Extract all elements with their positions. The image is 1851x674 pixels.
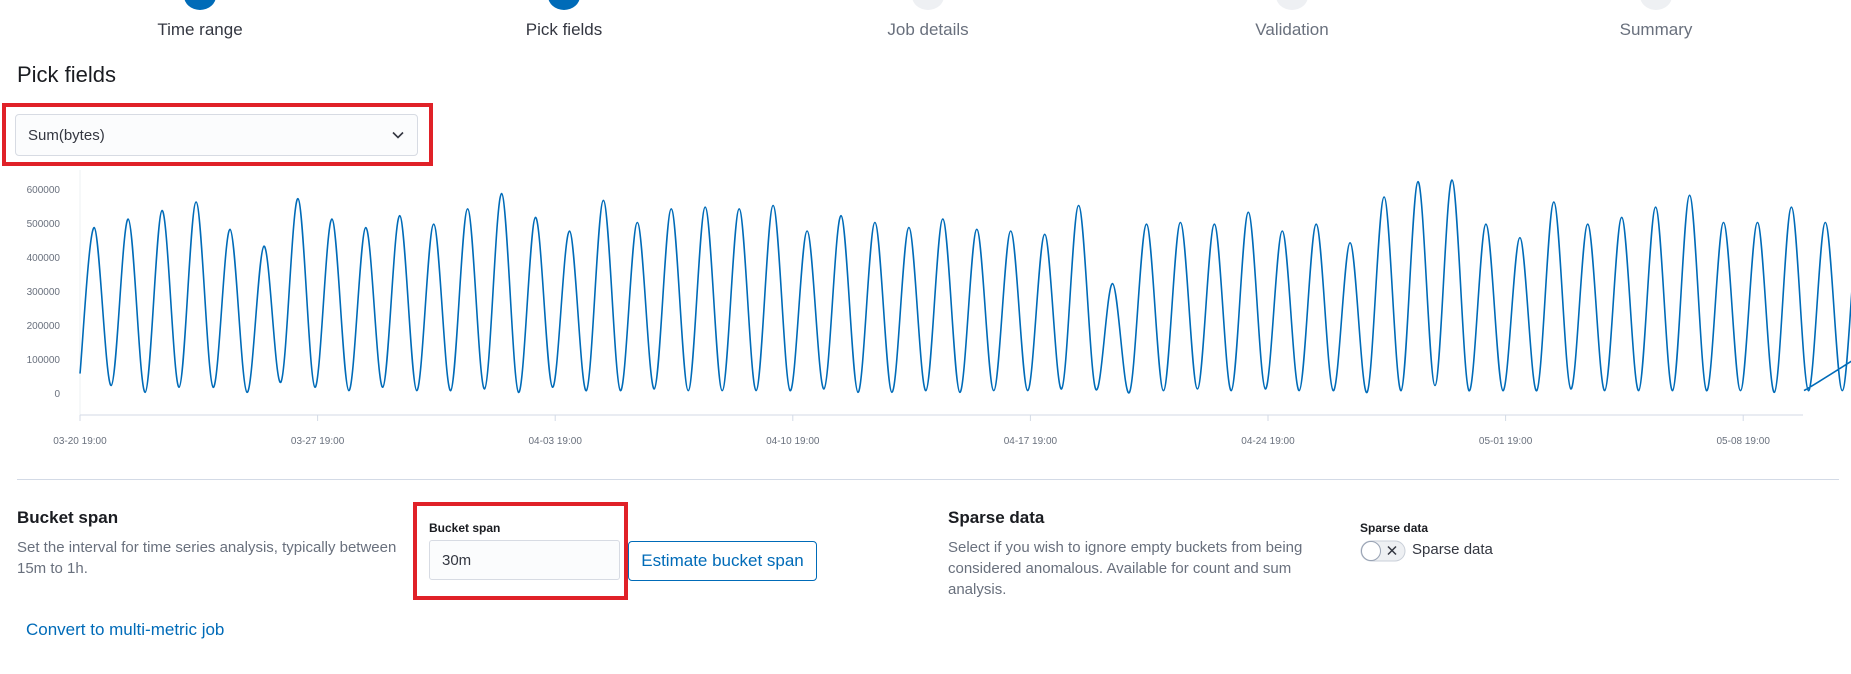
x-tick-label: 04-03 19:00 (529, 436, 583, 447)
x-tick-label: 03-20 19:00 (53, 436, 107, 447)
y-tick-label: 200000 (27, 321, 61, 332)
series-line (79, 179, 1851, 394)
estimate-bucket-span-button[interactable]: Estimate bucket span (628, 541, 817, 581)
bucket-span-title: Bucket span (17, 508, 119, 527)
x-tick-label: 05-01 19:00 (1479, 436, 1533, 447)
step-label: Validation (1255, 20, 1329, 39)
x-tick-label: 03-27 19:00 (291, 436, 345, 447)
bucket-span-input[interactable] (429, 540, 620, 580)
field-select-value: Sum(bytes) (28, 126, 105, 144)
bucket-span-label: Bucket span (429, 521, 501, 535)
step-current-icon (548, 0, 580, 10)
y-tick-label: 500000 (27, 219, 61, 230)
sparse-data-label: Sparse data (1360, 521, 1429, 535)
convert-multi-metric-link[interactable]: Convert to multi-metric job (26, 620, 224, 640)
x-tick-label: 04-24 19:00 (1241, 436, 1295, 447)
steps-bar: Time range Pick fields Job details Valid… (0, 0, 1851, 50)
step-incomplete-icon (912, 0, 944, 10)
sparse-data-toggle[interactable] (1360, 540, 1406, 562)
step-incomplete-icon (1640, 0, 1672, 10)
x-axis: 03-20 19:00 03-27 19:00 04-03 19:00 04-10 1… (53, 414, 1803, 447)
divider (17, 479, 1839, 480)
y-tick-label: 100000 (27, 355, 61, 366)
x-tick-label: 04-17 19:00 (1004, 436, 1058, 447)
page-title: Pick fields (17, 62, 117, 87)
x-tick-label: 05-08 19:00 (1717, 436, 1771, 447)
step-label: Job details (887, 20, 969, 39)
step-label: Time range (157, 20, 243, 39)
y-tick-label: 0 (54, 389, 60, 400)
field-select[interactable]: Sum(bytes) (15, 114, 418, 156)
y-tick-label: 300000 (27, 287, 61, 298)
sparse-data-title: Sparse data (948, 508, 1045, 527)
step-label: Pick fields (525, 20, 603, 39)
sparse-data-description: Select if you wish to ignore empty bucke… (948, 539, 1303, 598)
chevron-down-icon (392, 131, 404, 139)
step-incomplete-icon (1276, 0, 1308, 10)
step-label: Summary (1619, 20, 1693, 39)
y-axis: 600000 500000 400000 300000 200000 100000 0 (27, 170, 81, 415)
x-tick-label: 04-10 19:00 (766, 436, 820, 447)
y-tick-label: 600000 (27, 185, 61, 196)
metric-chart: 600000 500000 400000 300000 200000 100000 0 03… (27, 170, 1851, 447)
sparse-data-toggle-label: Sparse data (1412, 541, 1493, 558)
y-tick-label: 400000 (27, 253, 61, 264)
bucket-span-description: Set the interval for time series analysi… (17, 539, 397, 577)
step-complete-icon (184, 0, 216, 10)
